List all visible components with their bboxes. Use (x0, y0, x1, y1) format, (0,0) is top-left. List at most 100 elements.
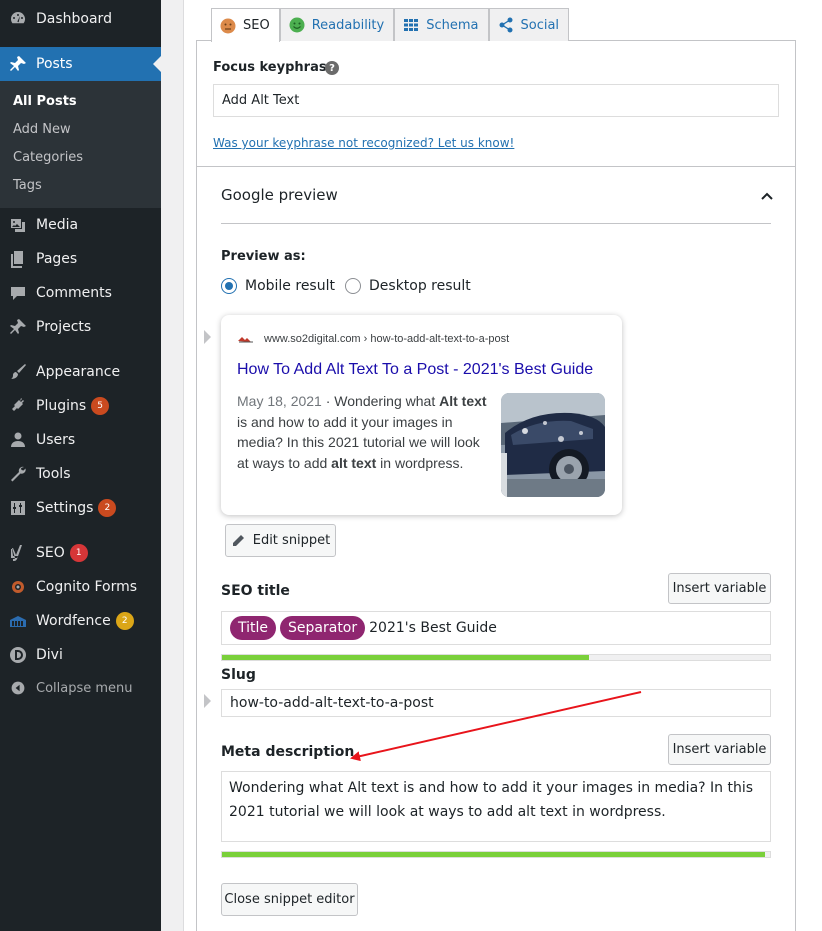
menu-users-label: Users (36, 432, 76, 448)
menu-cognito-forms[interactable]: Cognito Forms (0, 570, 161, 604)
user-icon (0, 430, 36, 450)
menu-wordfence[interactable]: Wordfence 2 (0, 604, 161, 638)
tab-seo[interactable]: SEO (211, 8, 280, 42)
preview-url: www.so2digital.com › how-to-add-alt-text… (264, 333, 510, 345)
menu-comments-label: Comments (36, 285, 112, 301)
settings-badge: 2 (98, 499, 117, 517)
preview-date: May 18, 2021 (237, 393, 322, 409)
collapse-arrow-icon (0, 680, 36, 696)
close-snippet-editor-button[interactable]: Close snippet editor (221, 883, 358, 916)
menu-projects-label: Projects (36, 319, 92, 335)
pushpin-icon (0, 317, 36, 337)
meta-description-textarea[interactable]: Wondering what Alt text is and how to ad… (221, 771, 771, 842)
menu-comments[interactable]: Comments (0, 276, 161, 310)
menu-divi[interactable]: Divi (0, 638, 161, 672)
wrench-icon (0, 464, 36, 484)
submenu-tags[interactable]: Tags (13, 178, 42, 193)
preview-as-label: Preview as: (221, 249, 306, 264)
preview-desc-1: Wondering what (334, 393, 440, 409)
title-variable-pill[interactable]: Title (230, 616, 277, 640)
preview-sep: · (321, 393, 335, 409)
wordfence-icon (0, 611, 36, 631)
seo-title-input[interactable]: Title Separator 2021's Best Guide (221, 611, 771, 645)
menu-plugins-label: Plugins (36, 398, 87, 414)
focus-keyphrase-label: Focus keyphrase (213, 60, 336, 75)
menu-settings[interactable]: Settings 2 (0, 491, 161, 525)
mobile-result-radio[interactable]: Mobile result (221, 278, 335, 294)
submenu-categories[interactable]: Categories (13, 150, 83, 165)
section-divider (221, 223, 771, 224)
menu-tools[interactable]: Tools (0, 457, 161, 491)
menu-divi-label: Divi (36, 647, 63, 663)
mobile-result-label: Mobile result (245, 278, 335, 294)
edit-snippet-button[interactable]: Edit snippet (225, 524, 336, 557)
menu-plugins[interactable]: Plugins 5 (0, 389, 161, 423)
submenu-add-new[interactable]: Add New (13, 122, 71, 137)
menu-cognito-label: Cognito Forms (36, 579, 138, 595)
slug-input[interactable]: how-to-add-alt-text-to-a-post (221, 689, 771, 717)
share-icon (499, 17, 512, 33)
submenu-all-posts[interactable]: All Posts (13, 94, 77, 109)
menu-posts[interactable]: Posts (0, 47, 161, 81)
radio-unselected (345, 278, 361, 294)
menu-tools-label: Tools (36, 466, 71, 482)
pages-icon (0, 249, 36, 269)
tab-social[interactable]: Social (488, 8, 570, 41)
media-icon (0, 215, 36, 235)
caret-right-icon (204, 330, 211, 344)
insert-variable-button-meta[interactable]: Insert variable (668, 734, 771, 765)
chevron-up-icon[interactable] (760, 189, 774, 203)
slug-label: Slug (221, 667, 256, 683)
tab-seo-label: SEO (243, 18, 270, 33)
meta-description-progress (221, 851, 771, 858)
menu-seo[interactable]: SEO 1 (0, 536, 161, 570)
tab-schema[interactable]: Schema (394, 8, 489, 41)
yoast-icon (0, 543, 36, 563)
preview-thumbnail (501, 393, 605, 497)
desktop-result-radio[interactable]: Desktop result (345, 278, 471, 294)
sliders-icon (0, 498, 36, 518)
seo-face-icon (220, 18, 236, 33)
wordfence-badge: 2 (115, 612, 134, 630)
seo-title-text: 2021's Best Guide (369, 620, 497, 636)
keyphrase-feedback-link[interactable]: Was your keyphrase not recognized? Let u… (213, 136, 514, 150)
separator-variable-pill[interactable]: Separator (280, 616, 366, 640)
preview-desc-3: in wordpress. (376, 454, 464, 471)
menu-dashboard[interactable]: Dashboard (0, 2, 161, 36)
collapse-menu-button[interactable]: Collapse menu (0, 671, 161, 705)
insert-variable-button-title[interactable]: Insert variable (668, 573, 771, 604)
google-mobile-preview[interactable]: www.so2digital.com › how-to-add-alt-text… (221, 315, 622, 515)
menu-appearance[interactable]: Appearance (0, 355, 161, 389)
tab-readability-label: Readability (311, 17, 385, 33)
menu-pages-label: Pages (36, 251, 78, 267)
site-favicon-icon (238, 337, 253, 343)
menu-users[interactable]: Users (0, 423, 161, 457)
menu-appearance-label: Appearance (36, 364, 121, 380)
radio-selected (221, 278, 237, 294)
help-icon[interactable]: ? (325, 61, 339, 75)
menu-posts-label: Posts (36, 56, 73, 72)
pencil-icon (232, 534, 244, 546)
yoast-tabs: SEO Readability Schema Social (211, 8, 570, 42)
divider (197, 166, 795, 167)
divi-icon (0, 645, 36, 665)
menu-media[interactable]: Media (0, 208, 161, 242)
collapse-menu-label: Collapse menu (36, 680, 133, 696)
preview-bold-2: alt text (331, 454, 377, 471)
seo-title-label: SEO title (221, 583, 290, 599)
plug-icon (0, 396, 36, 416)
tab-readability[interactable]: Readability (279, 8, 395, 41)
google-preview-title: Google preview (221, 186, 338, 204)
dashboard-icon (0, 9, 36, 29)
preview-description: May 18, 2021 · Wondering what Alt text i… (237, 391, 487, 473)
seo-badge: 1 (69, 544, 88, 562)
posts-submenu: All Posts Add New Categories Tags (0, 81, 161, 208)
menu-pages[interactable]: Pages (0, 242, 161, 276)
focus-keyphrase-input[interactable]: Add Alt Text (213, 84, 779, 117)
comment-bubble-icon (0, 283, 36, 303)
menu-wordfence-label: Wordfence (36, 613, 111, 629)
menu-projects[interactable]: Projects (0, 310, 161, 344)
menu-seo-label: SEO (36, 545, 65, 561)
desktop-result-label: Desktop result (369, 278, 471, 294)
schema-grid-icon (404, 19, 419, 31)
